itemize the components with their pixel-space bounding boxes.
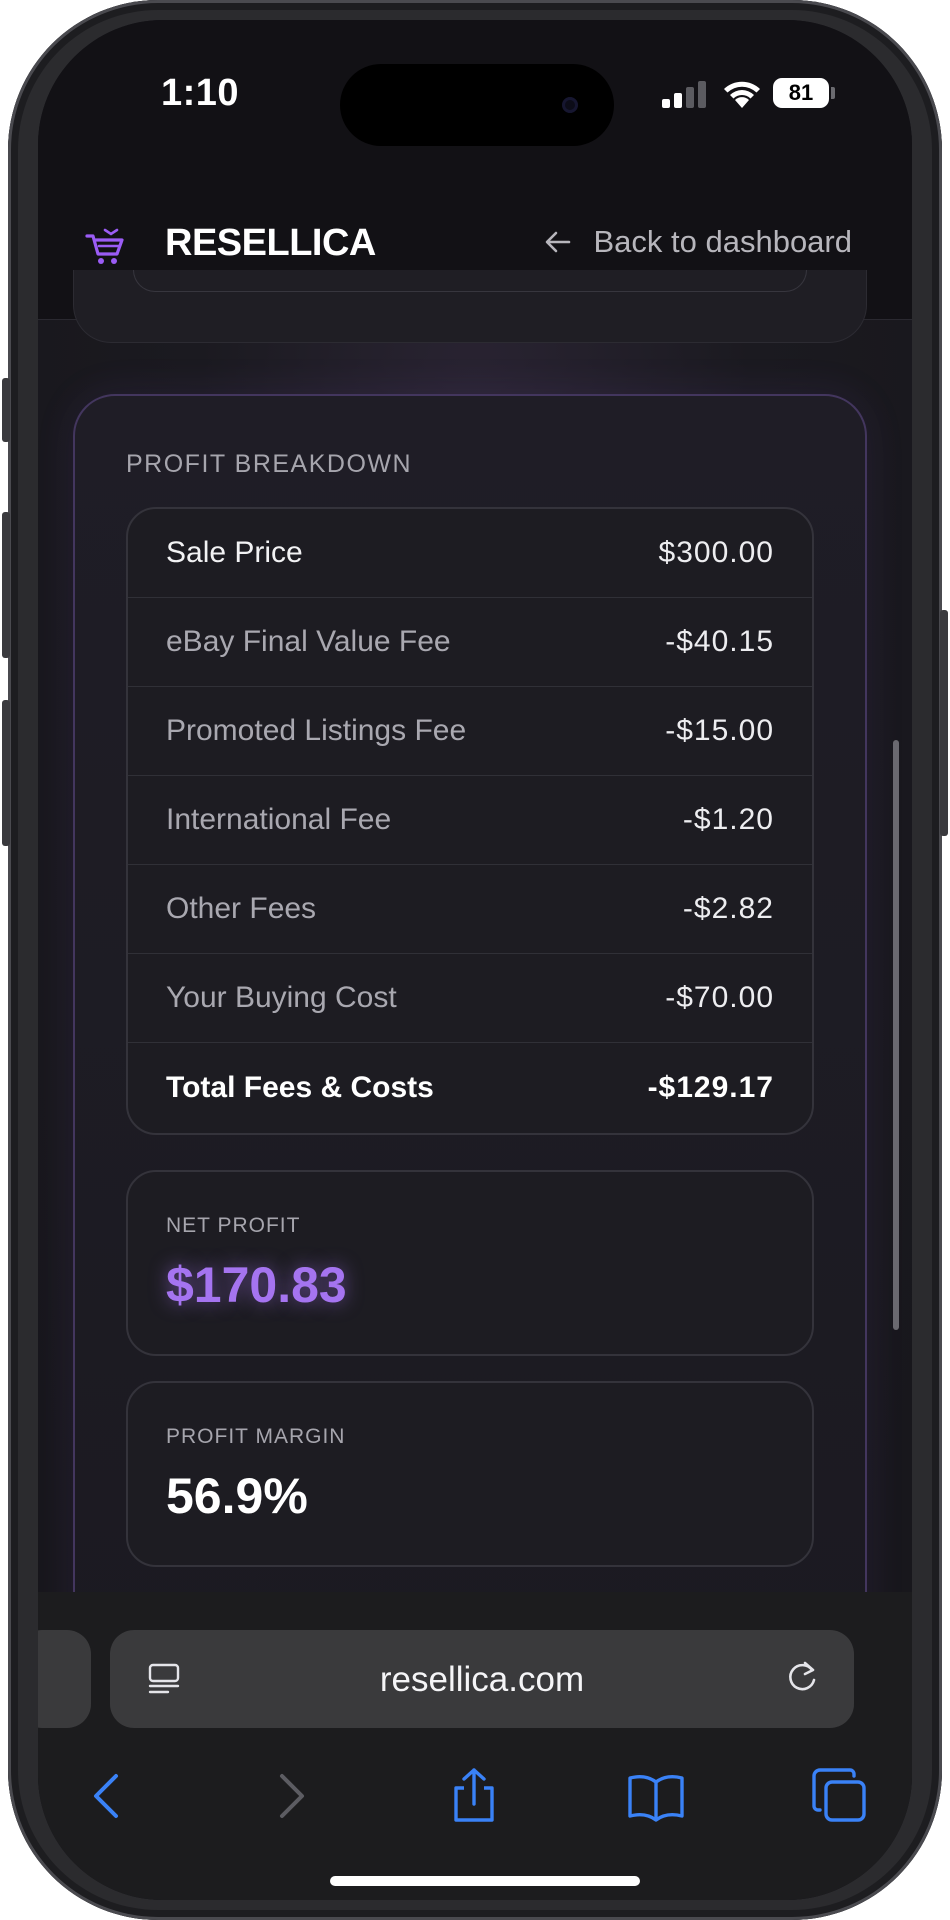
row-value: -$129.17 [647,1070,774,1104]
net-profit-label: NET PROFIT [166,1214,301,1237]
back-link-label: Back to dashboard [593,224,852,259]
battery-indicator: 81 [773,78,829,108]
row-label: Sale Price [166,536,303,569]
url-text[interactable]: resellica.com [110,1660,854,1700]
power-button [940,610,948,836]
phone-frame: 1:10 81 RESELLICA Back to dashboard PROF… [2,0,948,1920]
action-button [2,378,10,442]
row-label: Your Buying Cost [166,981,397,1014]
row-value: -$2.82 [682,892,774,925]
browser-bar: resellica.com [38,1592,912,1900]
home-indicator [330,1876,640,1886]
battery-cap [831,87,835,99]
back-to-dashboard-link[interactable]: Back to dashboard [543,224,852,260]
browser-toolbar [38,1752,912,1852]
row-value: $300.00 [658,536,774,569]
row-value: -$1.20 [682,803,774,836]
brand-name[interactable]: RESELLICA [165,222,376,265]
share-icon[interactable] [444,1766,504,1826]
status-time: 1:10 [161,72,240,114]
profit-margin-value: 56.9% [166,1468,308,1524]
reload-icon[interactable] [782,1658,822,1698]
total-row: Total Fees & Costs -$129.17 [128,1043,812,1132]
row-value: -$15.00 [665,714,774,747]
dynamic-island [340,64,614,146]
previous-tab-peek[interactable] [38,1630,91,1728]
bookmarks-icon[interactable] [626,1766,686,1826]
table-row: International Fee -$1.20 [128,776,812,865]
back-icon[interactable] [78,1766,138,1826]
table-row: Promoted Listings Fee -$15.00 [128,687,812,776]
row-value: -$40.15 [665,625,774,658]
table-row: Other Fees -$2.82 [128,865,812,954]
screen: 1:10 81 RESELLICA Back to dashboard PROF… [38,20,912,1900]
cart-icon[interactable] [83,224,127,268]
row-label: Promoted Listings Fee [166,714,467,747]
previous-card-inner [133,270,807,292]
row-label: Other Fees [166,892,317,925]
volume-up-button [2,512,10,658]
row-label: International Fee [166,803,392,836]
status-bar: 1:10 81 [38,20,912,160]
cellular-signal-icon [662,80,708,108]
row-value: -$70.00 [665,981,774,1014]
forward-icon[interactable] [260,1766,320,1826]
row-label: eBay Final Value Fee [166,625,451,658]
profit-margin-card: PROFIT MARGIN 56.9% [126,1381,814,1567]
address-bar[interactable]: resellica.com [110,1630,854,1728]
wifi-icon [724,81,760,108]
profit-margin-label: PROFIT MARGIN [166,1425,346,1448]
arrow-left-icon [546,231,571,253]
table-row: Your Buying Cost -$70.00 [128,954,812,1043]
row-label: Total Fees & Costs [166,1070,434,1104]
camera-icon [562,97,578,113]
net-profit-card: NET PROFIT $170.83 [126,1170,814,1356]
volume-down-button [2,700,10,846]
section-title: PROFIT BREAKDOWN [126,450,413,478]
table-row: eBay Final Value Fee -$40.15 [128,598,812,687]
tabs-icon[interactable] [810,1766,870,1826]
table-row: Sale Price $300.00 [128,509,812,598]
scrollbar[interactable] [893,740,899,1330]
net-profit-value: $170.83 [166,1257,347,1313]
breakdown-table: Sale Price $300.00 eBay Final Value Fee … [126,507,814,1135]
